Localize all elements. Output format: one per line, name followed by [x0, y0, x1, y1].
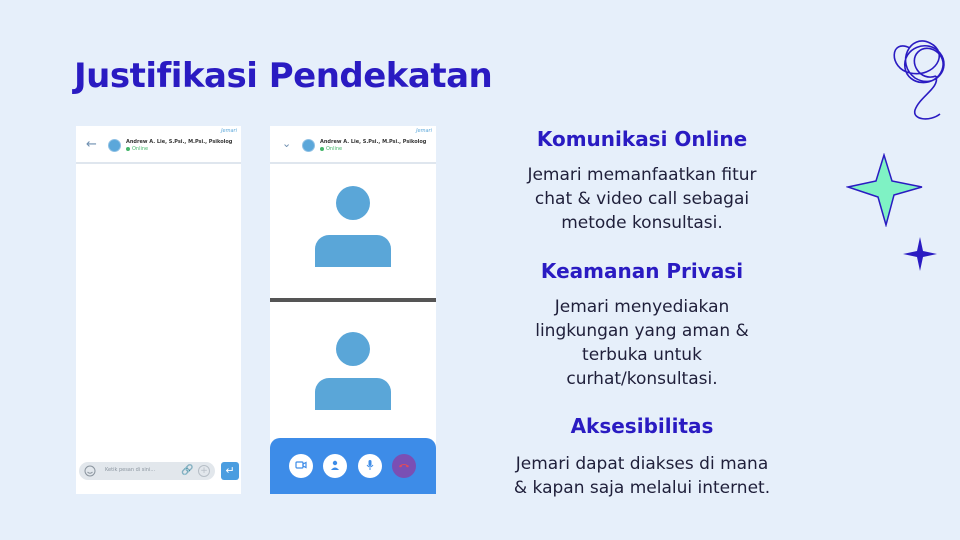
section-line: Jemari dapat diakses di mana: [515, 454, 769, 474]
section-heading-access: Aksesibilitas: [570, 414, 714, 438]
slide-title: Justifikasi Pendekatan: [74, 56, 493, 96]
call-controls: [270, 438, 436, 494]
brand-logo: Jemari: [221, 128, 237, 134]
small-star-icon: [903, 237, 937, 271]
section-line: terbuka untuk: [582, 345, 702, 365]
avatar: [302, 139, 315, 152]
section-body-privacy: Jemari menyediakan lingkungan yang aman …: [492, 295, 792, 391]
online-dot-icon: [320, 146, 324, 151]
emoji-icon[interactable]: [84, 465, 96, 477]
send-icon: ↵: [225, 464, 235, 477]
message-input-placeholder: Ketik pesan di sini...: [105, 467, 156, 473]
local-video-placeholder: [270, 302, 436, 438]
section-line: curhat/konsultasi.: [566, 369, 718, 389]
remote-video-placeholder: [270, 164, 436, 298]
section-heading-online: Komunikasi Online: [536, 127, 748, 151]
person-head-icon: [336, 332, 370, 366]
video-camera-icon: [295, 461, 307, 469]
section-line: Jemari memanfaatkan fitur: [527, 165, 757, 185]
brand-logo: Jemari: [416, 128, 432, 134]
online-dot-icon: [126, 146, 130, 151]
section-body-access: Jemari dapat diakses di mana & kapan saj…: [492, 452, 792, 500]
video-camera-button[interactable]: [289, 454, 313, 478]
person-body-icon: [315, 378, 391, 410]
section-heading-privacy: Keamanan Privasi: [540, 259, 744, 283]
add-icon[interactable]: +: [198, 465, 210, 477]
online-status-label: Online: [326, 146, 343, 152]
section-line: & kapan saja melalui internet.: [513, 478, 771, 498]
microphone-button[interactable]: [358, 454, 382, 478]
chevron-down-icon[interactable]: ⌄: [282, 137, 291, 150]
contact-name: Andrew A. Lie, S.Psi., M.Psi., Psikolog: [126, 139, 233, 145]
scribble-decoration-icon: [893, 40, 945, 120]
video-call-screen: Jemari ⌄ Andrew A. Lie, S.Psi., M.Psi., …: [270, 126, 436, 494]
person-head-icon: [336, 186, 370, 220]
avatar: [108, 139, 121, 152]
send-button[interactable]: ↵: [221, 462, 239, 480]
end-call-icon: [399, 464, 409, 468]
online-status: Online: [126, 146, 148, 152]
microphone-icon: [366, 460, 374, 470]
attachment-icon[interactable]: 🔗: [181, 465, 193, 477]
online-status: Online: [320, 146, 342, 152]
message-input[interactable]: Ketik pesan di sini... 🔗 +: [79, 462, 215, 480]
section-line: chat & video call sebagai: [534, 189, 750, 209]
section-line: lingkungan yang aman &: [535, 321, 749, 341]
back-arrow-icon[interactable]: ←: [86, 138, 97, 151]
section-body-online: Jemari memanfaatkan fitur chat & video c…: [492, 163, 792, 235]
chat-header: Jemari ← Andrew A. Lie, S.Psi., M.Psi., …: [76, 126, 241, 164]
switch-camera-icon: [331, 460, 339, 470]
person-body-icon: [315, 235, 391, 267]
online-status-label: Online: [132, 146, 149, 152]
section-line: Jemari menyediakan: [554, 297, 730, 317]
contact-name: Andrew A. Lie, S.Psi., M.Psi., Psikolog: [320, 139, 427, 145]
call-header: Jemari ⌄ Andrew A. Lie, S.Psi., M.Psi., …: [270, 126, 436, 164]
section-line: metode konsultasi.: [561, 213, 723, 233]
end-call-button[interactable]: [392, 454, 416, 478]
sparkle-star-icon: [846, 153, 923, 227]
switch-camera-button[interactable]: [323, 454, 347, 478]
chat-screen: Jemari ← Andrew A. Lie, S.Psi., M.Psi., …: [76, 126, 241, 494]
